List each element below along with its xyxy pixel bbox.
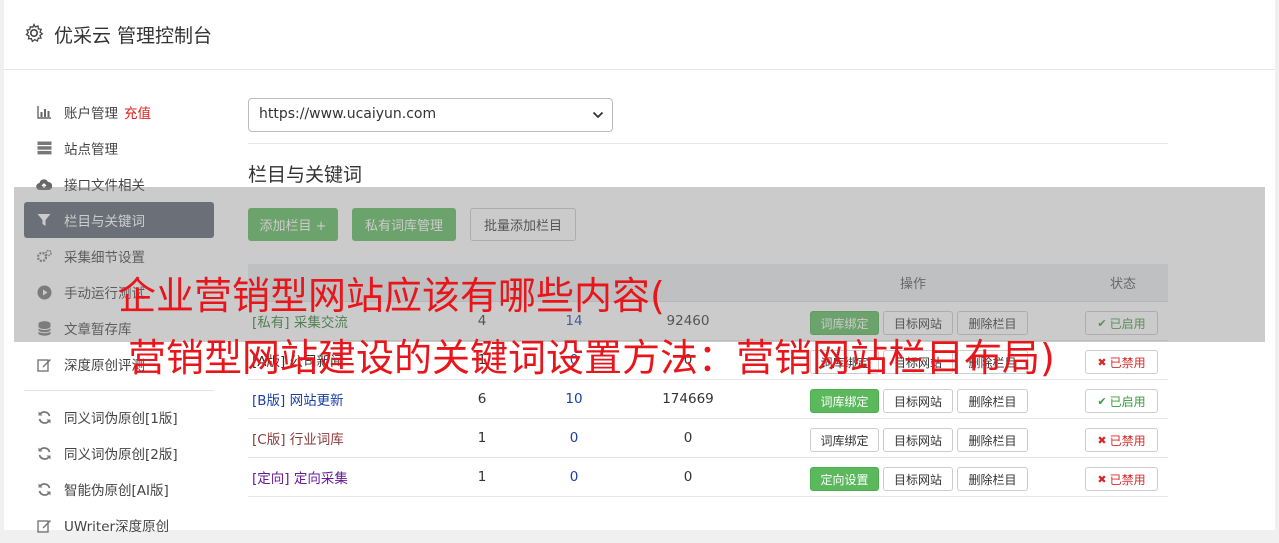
sidebar-item-label: 同义词伪原创[2版] [64,447,178,463]
top-header: 优采云 管理控制台 [4,0,1275,70]
recharge-link[interactable]: 充值 [124,102,151,122]
bar-chart-icon [36,104,52,120]
keyword-count-link[interactable]: 10 [538,380,610,418]
column-name-link[interactable]: [B版] 网站更新 [252,380,452,418]
article-count-cell: 174669 [662,391,714,407]
chevron-down-icon [592,111,604,119]
delete-column-button[interactable]: 删除栏目 [957,389,1028,413]
target-site-button[interactable]: 目标网站 [883,467,953,491]
count-cell: 6 [477,391,487,407]
delete-column-button[interactable]: 删除栏目 [957,467,1028,491]
close-icon: ✖ [1097,433,1107,447]
app-title: 优采云 管理控制台 [54,25,213,47]
count-cell: 1 [477,469,487,485]
sidebar-item-synonym-v1[interactable]: 同义词伪原创[1版] [24,399,214,435]
sidebar-item-account[interactable]: 账户管理 充值 [24,94,214,130]
check-icon: ✔ [1097,394,1107,408]
column-tag: [C版] [252,432,286,448]
sidebar-item-label: 智能伪原创[AI版] [64,483,169,499]
sidebar-item-synonym-v2[interactable]: 同义词伪原创[2版] [24,435,214,471]
close-icon: ✖ [1097,472,1107,486]
status-toggle[interactable]: ✖ 已禁用 [1085,428,1158,452]
bind-lib-button[interactable]: 词库绑定 [810,428,879,452]
refresh-icon [36,445,52,461]
column-name: 定向采集 [293,471,348,487]
count-cell: 1 [477,430,487,446]
status-toggle[interactable]: ✖ 已禁用 [1085,467,1158,491]
gear-icon [25,23,44,43]
edit-icon [36,517,52,533]
target-site-button[interactable]: 目标网站 [883,389,953,413]
target-site-button[interactable]: 目标网站 [883,428,953,452]
close-icon: ✖ [1097,355,1107,369]
site-select-value: https://www.ucaiyun.com [259,106,437,122]
table-row: [B版] 网站更新 6 10 174669 词库绑定 目标网站 删除栏目 ✔ 已启用 [248,380,1168,419]
sidebar-item-label: 同义词伪原创[1版] [64,411,178,427]
status-label: 已启用 [1109,394,1146,409]
status-label: 已禁用 [1109,355,1146,370]
status-toggle[interactable]: ✖ 已禁用 [1085,350,1158,374]
bind-lib-button[interactable]: 词库绑定 [810,389,879,413]
column-name: 网站更新 [289,393,344,409]
keyword-count-link[interactable]: 0 [538,458,610,496]
sidebar-item-label: UWriter深度原创 [64,519,170,535]
sidebar-item-sites[interactable]: 站点管理 [24,130,214,166]
sidebar-item-label: 站点管理 [64,142,118,158]
overlay-headline-1: 企业营销型网站应该有哪些内容( [118,274,665,318]
refresh-icon [36,409,52,425]
status-label: 已禁用 [1109,472,1146,487]
bind-lib-button[interactable]: 定向设置 [810,467,879,491]
column-tag: [定向] [252,471,290,487]
edit-icon [36,356,52,372]
sidebar-item-label: 账户管理 [64,106,118,122]
column-name-link[interactable]: [定向] 定向采集 [252,458,452,496]
sidebar-divider [24,390,214,391]
delete-column-button[interactable]: 删除栏目 [957,428,1028,452]
server-icon [36,140,52,156]
keyword-count-link[interactable]: 0 [538,419,610,457]
status-label: 已禁用 [1109,433,1146,448]
table-row: [定向] 定向采集 1 0 0 定向设置 目标网站 删除栏目 ✖ 已禁用 [248,458,1168,497]
status-toggle[interactable]: ✔ 已启用 [1085,389,1158,413]
column-name-link[interactable]: [C版] 行业词库 [252,419,452,457]
site-select[interactable]: https://www.ucaiyun.com [248,98,613,132]
article-count-cell: 0 [683,430,693,446]
table-row: [C版] 行业词库 1 0 0 词库绑定 目标网站 删除栏目 ✖ 已禁用 [248,419,1168,458]
article-count-cell: 0 [683,469,693,485]
column-name: 行业词库 [289,432,344,448]
section-title: 栏目与关键词 [248,164,363,186]
divider [248,143,1168,144]
refresh-icon [36,481,52,497]
column-tag: [B版] [252,393,286,409]
overlay-headline-2: 营销型网站建设的关键词设置方法：营销网站栏目布局) [128,336,1055,380]
sidebar-item-uwriter[interactable]: UWriter深度原创 [24,507,214,543]
sidebar-item-ai-original[interactable]: 智能伪原创[AI版] [24,471,214,507]
